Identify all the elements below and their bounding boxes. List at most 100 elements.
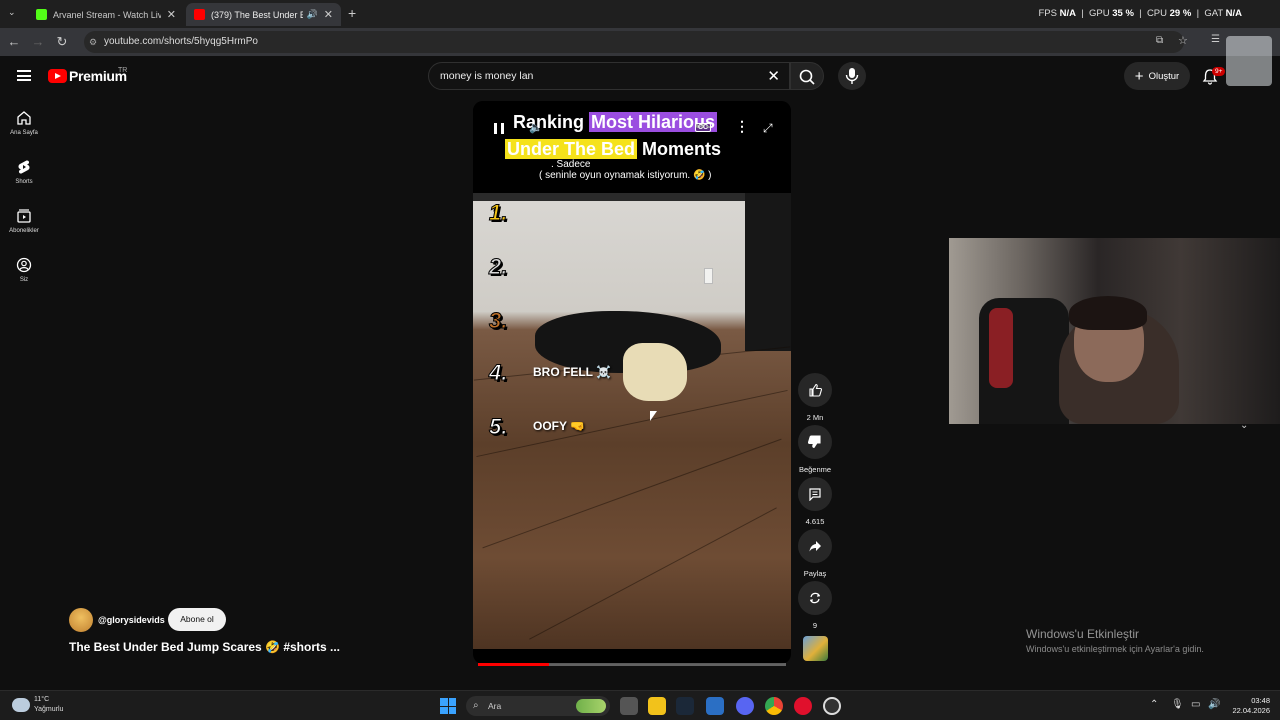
- subscribe-button[interactable]: Abone ol: [168, 608, 226, 631]
- more-options-icon[interactable]: ⋮: [735, 118, 749, 135]
- tab-arvanel-stream[interactable]: Arvanel Stream - Watch Live on ✕: [28, 3, 184, 26]
- comments-button[interactable]: 4.615: [797, 477, 833, 526]
- close-tab-icon[interactable]: ✕: [324, 8, 333, 21]
- channel-avatar[interactable]: [69, 608, 93, 632]
- tab-title: Arvanel Stream - Watch Live on: [53, 9, 161, 20]
- captions-icon[interactable]: CC: [695, 123, 712, 132]
- close-tab-icon[interactable]: ✕: [167, 8, 176, 21]
- video-progress-bar[interactable]: [478, 663, 786, 666]
- dislike-button[interactable]: Beğenme: [797, 425, 833, 474]
- rank-number: 5.: [488, 414, 508, 440]
- subscriptions-icon: [17, 209, 31, 223]
- youtube-favicon-icon: [194, 9, 205, 20]
- network-app-icon[interactable]: [706, 697, 724, 715]
- video-frame: 1. 2. 3. 4. BRO FELL ☠️ 5. OOFY 🤜: [473, 193, 791, 649]
- task-view-icon[interactable]: [620, 697, 638, 715]
- sidebar-item-shorts[interactable]: Shorts: [0, 159, 48, 185]
- rank-number: 4.: [488, 360, 508, 386]
- forward-icon[interactable]: →: [30, 34, 46, 49]
- wall-outlet: [704, 268, 713, 284]
- share-icon: [809, 541, 821, 552]
- cabinet: [745, 193, 791, 351]
- video-progress-fill: [478, 663, 549, 666]
- create-button[interactable]: + Oluştur: [1124, 62, 1190, 90]
- account-avatar[interactable]: [1226, 36, 1272, 86]
- search-query: money is money lan: [440, 70, 534, 82]
- microphone-tray-icon[interactable]: 🎙: [1171, 699, 1184, 710]
- weather-description[interactable]: Yağmurlu: [34, 706, 63, 713]
- reading-list-icon[interactable]: ☰: [1211, 34, 1220, 45]
- share-button[interactable]: Paylaş: [797, 529, 833, 578]
- obs-icon[interactable]: [823, 697, 841, 715]
- shorts-player[interactable]: Ranking Most Hilarious Under The Bed Mom…: [473, 101, 791, 664]
- plus-icon: +: [1134, 67, 1144, 85]
- weather-temperature[interactable]: 11°C: [34, 696, 49, 703]
- volume-tray-icon[interactable]: 🔊: [1208, 699, 1220, 710]
- new-tab-button[interactable]: +: [348, 5, 356, 21]
- shorts-icon: [18, 160, 30, 174]
- overlay-title-line-1: Ranking Most Hilarious: [513, 112, 718, 132]
- youtube-logo-icon[interactable]: [48, 69, 67, 83]
- streamer-hair: [1069, 296, 1147, 330]
- remix-count: 9: [812, 621, 818, 630]
- opera-icon[interactable]: [794, 697, 812, 715]
- comment-count: 4.615: [805, 517, 825, 526]
- discord-icon[interactable]: [736, 697, 754, 715]
- sidebar-item-subscriptions[interactable]: Abonelikler: [0, 208, 48, 234]
- caption-line-1: . Sadece: [551, 159, 591, 170]
- cloud-rain-icon[interactable]: [12, 698, 30, 712]
- back-icon[interactable]: ←: [6, 34, 22, 49]
- clock-date: 22.04.2026: [1232, 706, 1270, 715]
- volume-icon[interactable]: 🔈: [529, 121, 543, 134]
- browser-tab-bar: ⌄ Arvanel Stream - Watch Live on ✕ (379)…: [0, 0, 1280, 28]
- sound-thumbnail[interactable]: [803, 636, 828, 661]
- tray-chevron-up-icon[interactable]: ⌃: [1150, 699, 1158, 710]
- chair-red-accent: [989, 308, 1013, 388]
- sidebar-item-you[interactable]: Siz: [0, 257, 48, 283]
- install-app-icon[interactable]: ⧉: [1156, 35, 1163, 46]
- search-icon: [799, 69, 815, 85]
- pause-icon[interactable]: [494, 123, 504, 134]
- like-button[interactable]: 2 Mn: [797, 373, 833, 422]
- display-tray-icon[interactable]: ▭: [1191, 699, 1200, 710]
- hamburger-menu-icon[interactable]: [17, 70, 31, 81]
- search-input[interactable]: money is money lan ✕: [428, 62, 790, 90]
- floor-plank-line: [482, 438, 782, 549]
- site-info-icon[interactable]: ⚙: [89, 31, 97, 53]
- tab-list-chevron-icon[interactable]: ⌄: [8, 7, 16, 18]
- sidebar-item-home[interactable]: Ana Sayfa: [0, 110, 48, 136]
- notification-badge: 9+: [1212, 67, 1226, 76]
- system-clock[interactable]: 03:48 22.04.2026: [1228, 696, 1270, 716]
- video-title-overlay: Ranking Most Hilarious Under The Bed Mom…: [473, 101, 791, 193]
- dislike-label: Beğenme: [798, 465, 832, 474]
- steam-icon[interactable]: [676, 697, 694, 715]
- file-explorer-icon[interactable]: [648, 697, 666, 715]
- microphone-icon: [845, 68, 859, 84]
- thumbs-down-icon: [808, 435, 821, 449]
- bookmark-star-icon[interactable]: ☆: [1178, 34, 1188, 47]
- url-text: youtube.com/shorts/5hyqg5HrmPo: [104, 36, 258, 47]
- search-button[interactable]: [790, 62, 824, 90]
- tab-youtube-short[interactable]: (379) The Best Under Bed Ju 🔊 ✕: [186, 3, 341, 26]
- speaker-icon[interactable]: 🔊: [307, 9, 318, 20]
- sidebar-item-label: Ana Sayfa: [10, 130, 38, 136]
- address-bar-row: ← → ↻ ⚙ youtube.com/shorts/5hyqg5HrmPo ⧉…: [0, 28, 1280, 56]
- voice-search-button[interactable]: [838, 62, 866, 90]
- comment-icon: [809, 488, 821, 501]
- fullscreen-icon[interactable]: ⤢: [763, 121, 773, 136]
- floor-plank-line: [529, 507, 777, 640]
- channel-name[interactable]: @glorysidevids: [98, 615, 165, 625]
- rank-label: BRO FELL ☠️: [533, 365, 612, 379]
- taskbar-search[interactable]: ⌕ Ara: [466, 696, 610, 716]
- rank-label: OOFY 🤜: [533, 419, 586, 433]
- clear-search-icon[interactable]: ✕: [767, 67, 780, 85]
- chrome-icon[interactable]: [765, 697, 783, 715]
- create-label: Oluştur: [1148, 70, 1180, 82]
- windows-start-icon[interactable]: [440, 698, 456, 714]
- activation-watermark-title: Windows'u Etkinleştir: [1026, 627, 1139, 641]
- remix-button[interactable]: 9: [797, 581, 833, 630]
- url-field[interactable]: ⚙ youtube.com/shorts/5hyqg5HrmPo: [84, 31, 1184, 53]
- reload-icon[interactable]: ↻: [54, 34, 70, 50]
- video-title[interactable]: The Best Under Bed Jump Scares 🤣 #shorts…: [69, 640, 340, 654]
- chevron-down-icon[interactable]: ⌄: [1240, 420, 1248, 431]
